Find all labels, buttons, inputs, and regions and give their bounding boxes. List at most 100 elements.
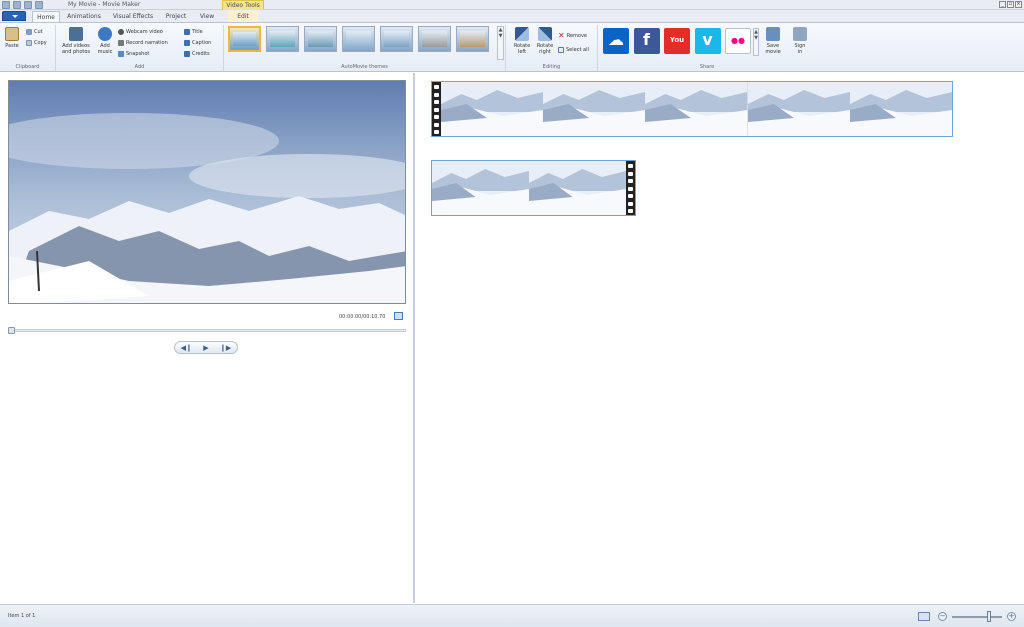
save-movie-button[interactable]: Save movie: [762, 27, 784, 55]
status-bar: Item 1 of 1 − +: [0, 604, 1024, 627]
snapshot-label: Snapshot: [126, 51, 150, 57]
window-title: My Movie - Movie Maker: [68, 1, 141, 8]
clip-frame-thumbnail: [441, 82, 544, 136]
item-count-status: Item 1 of 1: [8, 613, 36, 619]
automovie-theme-4[interactable]: [342, 26, 375, 52]
microphone-icon: [118, 40, 124, 46]
automovie-theme-6[interactable]: [418, 26, 451, 52]
credits-icon: [184, 51, 190, 57]
tab-project[interactable]: Project: [162, 11, 190, 22]
theme-gallery-scroll[interactable]: ▲ ▼: [497, 26, 504, 60]
add-music-label-2: music: [97, 49, 113, 55]
title-button[interactable]: Title: [184, 29, 203, 35]
video-tools-contextual-label: Video Tools: [222, 0, 264, 10]
storyboard-clip-2[interactable]: [431, 160, 636, 216]
previous-frame-icon[interactable]: ◀❙: [181, 344, 192, 352]
record-narration-label: Record narration: [126, 40, 168, 46]
close-button[interactable]: ×: [1015, 1, 1022, 8]
caption-icon: [184, 40, 190, 46]
tab-edit[interactable]: Edit: [228, 11, 258, 22]
webcam-video-button[interactable]: Webcam video: [118, 29, 163, 35]
automovie-themes-label: AutoMovie themes: [341, 64, 388, 70]
timecode-display: 00:00.00/00:10.70: [339, 314, 386, 320]
select-all-icon: [558, 47, 564, 53]
onedrive-icon[interactable]: ☁: [603, 28, 629, 54]
minimize-button[interactable]: _: [999, 1, 1006, 8]
title-bar: My Movie - Movie Maker Video Tools _ ▫ ×: [0, 0, 1024, 10]
paste-button[interactable]: Paste: [4, 27, 20, 49]
scissors-icon: [26, 29, 32, 35]
copy-button[interactable]: Copy: [26, 40, 47, 46]
flickr-icon[interactable]: ●●: [725, 28, 751, 54]
snapshot-button[interactable]: Snapshot: [118, 51, 149, 57]
next-frame-icon[interactable]: ❙▶: [220, 344, 231, 352]
preview-pane: 00:00.00/00:10.70 ◀❙ ▶ ❙▶: [0, 73, 415, 603]
file-menu-button[interactable]: [2, 11, 26, 21]
seek-thumb[interactable]: [8, 327, 15, 334]
youtube-icon[interactable]: You: [664, 28, 690, 54]
add-group: Add videos and photos Add music Webcam v…: [56, 25, 224, 71]
clip-frame-thumbnail: [529, 161, 626, 215]
save-movie-icon: [766, 27, 780, 41]
film-sprocket-strip: [432, 82, 441, 136]
fullscreen-icon[interactable]: [394, 312, 403, 320]
zoom-in-button[interactable]: +: [1007, 612, 1016, 621]
tab-animations[interactable]: Animations: [64, 11, 104, 22]
automovie-theme-3[interactable]: [304, 26, 337, 52]
storyboard-view-icon[interactable]: [918, 612, 930, 621]
video-preview[interactable]: [8, 80, 406, 304]
rotate-left-button[interactable]: Rotate left: [512, 27, 532, 55]
rotate-right-button[interactable]: Rotate right: [535, 27, 555, 55]
remove-button[interactable]: ✕ Remove: [558, 31, 587, 40]
play-icon[interactable]: ▶: [203, 344, 208, 352]
record-narration-button[interactable]: Record narration: [118, 40, 168, 46]
storyboard-clip-1[interactable]: [431, 81, 953, 137]
clip-frame-thumbnail: [849, 82, 952, 136]
caption-button[interactable]: Caption: [184, 40, 211, 46]
seek-bar[interactable]: [8, 329, 406, 332]
ribbon-tabs: Home Animations Visual Effects Project V…: [0, 10, 1024, 22]
facebook-icon[interactable]: f: [633, 28, 660, 54]
add-videos-label-2: and photos: [61, 49, 91, 55]
automovie-theme-7[interactable]: [456, 26, 489, 52]
rotate-right-label-2: right: [539, 49, 551, 55]
add-music-button[interactable]: Add music: [94, 27, 116, 55]
paste-icon: [5, 27, 19, 41]
webcam-video-label: Webcam video: [126, 29, 163, 35]
automovie-theme-5[interactable]: [380, 26, 413, 52]
credits-button[interactable]: Credits: [184, 51, 210, 57]
vimeo-icon[interactable]: v: [694, 28, 721, 54]
clipboard-group-label: Clipboard: [15, 64, 40, 70]
select-all-label: Select all: [566, 47, 589, 53]
tab-home[interactable]: Home: [32, 11, 60, 22]
theme-thumbnail-image: [460, 31, 485, 47]
share-gallery-scroll[interactable]: ▲ ▼: [753, 28, 759, 56]
remove-x-icon: ✕: [558, 31, 565, 40]
tab-view[interactable]: View: [196, 11, 218, 22]
automovie-theme-gallery: [228, 26, 489, 58]
cut-label: Cut: [34, 29, 43, 35]
zoom-out-button[interactable]: −: [938, 612, 947, 621]
restore-button[interactable]: ▫: [1007, 1, 1014, 8]
caption-label: Caption: [192, 40, 212, 46]
clip-frame-thumbnail: [747, 82, 850, 136]
clip-frame-thumbnail: [645, 82, 748, 136]
remove-label: Remove: [566, 32, 587, 39]
title-label: Title: [192, 29, 203, 35]
theme-thumbnail-image: [233, 32, 256, 46]
film-sprocket-strip: [626, 161, 635, 215]
add-videos-button[interactable]: Add videos and photos: [60, 27, 92, 55]
select-all-button[interactable]: Select all: [558, 47, 589, 53]
editing-group-label: Editing: [542, 64, 561, 70]
cut-button[interactable]: Cut: [26, 29, 43, 35]
music-note-icon: [98, 27, 112, 41]
sign-in-button[interactable]: Sign in: [790, 27, 810, 55]
mountain-preview-image: [9, 81, 405, 303]
editing-group: Rotate left Rotate right ✕ Remove Select…: [506, 25, 598, 71]
zoom-slider-track[interactable]: [952, 616, 1002, 618]
zoom-slider-thumb[interactable]: [987, 611, 991, 622]
tab-visual-effects[interactable]: Visual Effects: [110, 11, 156, 22]
automovie-theme-2[interactable]: [266, 26, 299, 52]
copy-label: Copy: [34, 40, 47, 46]
automovie-theme-1[interactable]: [228, 26, 261, 52]
